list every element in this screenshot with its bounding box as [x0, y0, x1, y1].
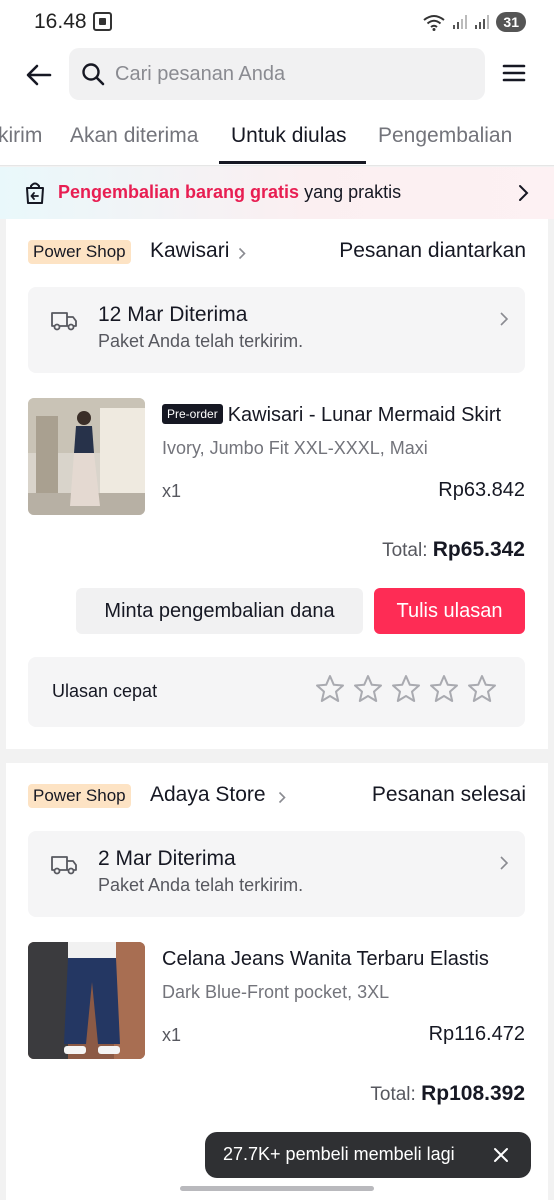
product-thumbnail[interactable]: [28, 398, 145, 515]
tab-untuk-diulas[interactable]: Untuk diulas: [231, 124, 347, 148]
star-icon-5[interactable]: [466, 673, 498, 705]
free-returns-banner[interactable]: Pengembalian barang gratis yang praktis: [0, 167, 554, 219]
shop-row: Power Shop Kawisari Pesanan diantarkan: [28, 239, 526, 267]
status-time: 16.48: [34, 10, 87, 33]
product-quantity: x1: [162, 1025, 182, 1045]
product-image-skirt: [28, 398, 145, 515]
tab-pengembalian[interactable]: Pengembalian: [378, 124, 512, 148]
star-icon-2[interactable]: [352, 673, 384, 705]
shop-row: Power Shop Adaya Store Pesanan selesai: [28, 783, 526, 811]
search-box[interactable]: [69, 48, 485, 100]
banner-rest: yang praktis: [299, 182, 402, 202]
close-icon[interactable]: [493, 1147, 509, 1163]
delivery-info[interactable]: 12 Mar Diterima Paket Anda telah terkiri…: [28, 287, 525, 373]
toast-text: 27.7K+ pembeli membeli lagi: [223, 1144, 455, 1164]
order-total: Total: Rp108.392: [370, 1082, 525, 1106]
return-bag-icon: [26, 182, 44, 204]
quick-review: Ulasan cepat: [28, 657, 525, 727]
search-input[interactable]: [115, 48, 465, 100]
total-value: Rp108.392: [421, 1082, 525, 1105]
product-thumbnail[interactable]: [28, 942, 145, 1059]
chevron-right-icon: [500, 856, 509, 870]
search-icon: [82, 63, 105, 86]
delivery-title: 12 Mar Diterima: [98, 303, 248, 326]
order-card: Power Shop Kawisari Pesanan diantarkan 1…: [6, 219, 548, 749]
delivery-subtitle: Paket Anda telah terkirim.: [98, 875, 304, 895]
product-title-text: Kawisari - Lunar Mermaid Skirt: [227, 404, 502, 426]
refund-request-button[interactable]: Minta pengembalian dana: [76, 588, 363, 634]
delivery-subtitle: Paket Anda telah terkirim.: [98, 331, 304, 351]
status-icons: 31: [422, 12, 526, 32]
total-label: Total:: [382, 540, 428, 561]
quick-review-label: Ulasan cepat: [52, 681, 158, 701]
banner-text: Pengembalian barang gratis yang praktis: [58, 182, 401, 203]
chevron-right-icon: [238, 247, 246, 260]
delivery-truck-icon: [51, 856, 77, 875]
order-total: Total: Rp65.342: [382, 538, 525, 562]
order-status: Pesanan selesai: [371, 783, 526, 806]
product-price: Rp116.472: [428, 1023, 525, 1045]
shop-name[interactable]: Adaya Store: [150, 783, 266, 807]
wifi-icon: [423, 15, 446, 31]
power-shop-badge: Power Shop: [28, 784, 131, 808]
active-tab-indicator: [219, 161, 366, 164]
header: [0, 44, 554, 106]
power-shop-badge: Power Shop: [28, 240, 131, 264]
star-rating: [314, 673, 498, 705]
screenshot-indicator-icon: [93, 12, 112, 31]
product-quantity: x1: [162, 481, 182, 501]
total-label: Total:: [370, 1084, 416, 1105]
chevron-right-icon: [519, 185, 529, 201]
shop-name[interactable]: Kawisari: [150, 239, 229, 263]
star-icon-4[interactable]: [428, 673, 460, 705]
write-review-button[interactable]: Tulis ulasan: [374, 588, 525, 634]
preorder-tag: Pre-order: [162, 404, 223, 424]
signal-icon: [453, 15, 468, 29]
order-tabs: kirim Akan diterima Untuk diulas Pengemb…: [0, 106, 554, 166]
back-button[interactable]: [24, 60, 54, 90]
battery-indicator: 31: [496, 12, 526, 32]
star-icon-1[interactable]: [314, 673, 346, 705]
home-indicator[interactable]: [180, 1186, 374, 1191]
product-image-jeans: [28, 942, 145, 1059]
total-value: Rp65.342: [432, 538, 525, 561]
signal-icon-2: [475, 15, 490, 29]
delivery-title: 2 Mar Diterima: [98, 847, 236, 870]
chevron-right-icon: [278, 791, 286, 804]
status-bar: 16.48 31: [0, 0, 554, 44]
product-variant: Ivory, Jumbo Fit XXL-XXXL, Maxi: [162, 438, 428, 458]
banner-highlight: Pengembalian barang gratis: [58, 182, 300, 202]
hamburger-menu-icon[interactable]: [501, 60, 527, 86]
buy-again-toast[interactable]: 27.7K+ pembeli membeli lagi: [205, 1132, 531, 1178]
product-variant: Dark Blue-Front pocket, 3XL: [162, 982, 390, 1002]
product-title[interactable]: Celana Jeans Wanita Terbaru Elastis: [162, 948, 528, 971]
star-icon-3[interactable]: [390, 673, 422, 705]
order-status: Pesanan diantarkan: [339, 239, 526, 262]
product-price: Rp63.842: [438, 479, 525, 501]
delivery-info[interactable]: 2 Mar Diterima Paket Anda telah terkirim…: [28, 831, 525, 917]
tab-akan-diterima[interactable]: Akan diterima: [70, 124, 198, 148]
delivery-truck-icon: [51, 312, 77, 331]
tab-dikirim[interactable]: kirim: [0, 124, 42, 148]
product-title[interactable]: Pre-order Kawisari - Lunar Mermaid Skirt: [162, 404, 528, 427]
chevron-right-icon: [500, 312, 509, 326]
